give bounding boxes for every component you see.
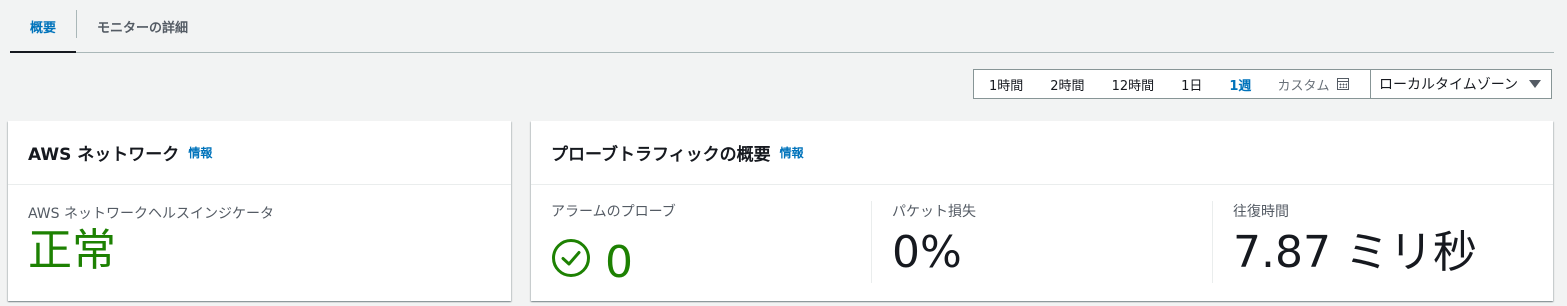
check-circle-icon	[552, 239, 590, 277]
range-option-2h[interactable]: 2時間	[1050, 75, 1084, 94]
round-trip-time-metric: 往復時間 7.87 ミリ秒	[1212, 201, 1553, 283]
range-option-custom[interactable]: カスタム	[1277, 75, 1329, 94]
calendar-icon[interactable]	[1337, 78, 1350, 90]
range-option-1h[interactable]: 1時間	[989, 75, 1023, 94]
packet-loss-label: パケット損失	[892, 204, 976, 220]
tab-bar: 概要 モニターの詳細	[10, 0, 1554, 53]
aws-network-card: AWS ネットワーク 情報 AWS ネットワークヘルスインジケータ 正常	[8, 121, 511, 301]
round-trip-time-value: 7.87 ミリ秒	[1233, 227, 1477, 278]
card-body: AWS ネットワークヘルスインジケータ 正常	[8, 185, 511, 291]
alarm-probes-label: アラームのプローブ	[551, 204, 676, 220]
card-title: プローブトラフィックの概要	[551, 145, 771, 165]
time-range-selector: 1時間 2時間 12時間 1日 1週 カスタム ローカルタイムゾーン	[973, 69, 1552, 99]
health-indicator-label: AWS ネットワークヘルスインジケータ	[28, 206, 274, 222]
probe-traffic-card: プローブトラフィックの概要 情報 アラームのプローブ 0 パケット損失 0% 往…	[531, 121, 1553, 301]
range-option-12h[interactable]: 12時間	[1112, 75, 1155, 94]
timezone-select[interactable]: ローカルタイムゾーン	[1370, 69, 1552, 99]
round-trip-time-label: 往復時間	[1233, 204, 1289, 220]
health-indicator-value: 正常	[28, 225, 116, 276]
info-link[interactable]: 情報	[780, 144, 804, 161]
card-header: プローブトラフィックの概要 情報	[531, 121, 1553, 185]
packet-loss-value: 0%	[892, 227, 962, 278]
card-title: AWS ネットワーク	[28, 145, 180, 165]
tab-monitor-details[interactable]: モニターの詳細	[77, 0, 208, 52]
range-option-1w[interactable]: 1週	[1229, 75, 1251, 94]
alarm-probes-value: 0	[605, 237, 633, 288]
card-header: AWS ネットワーク 情報	[8, 121, 511, 185]
time-range-group: 1時間 2時間 12時間 1日 1週 カスタム	[973, 69, 1371, 99]
metrics-row: アラームのプローブ 0 パケット損失 0% 往復時間 7.87 ミリ秒	[531, 185, 1553, 288]
alarm-probes-metric: アラームのプローブ 0	[531, 201, 871, 288]
range-option-1d[interactable]: 1日	[1181, 75, 1202, 94]
tab-overview[interactable]: 概要	[10, 0, 77, 53]
caret-down-icon	[1529, 80, 1541, 88]
packet-loss-metric: パケット損失 0%	[871, 201, 1212, 283]
info-link[interactable]: 情報	[188, 144, 212, 161]
timezone-value: ローカルタイムゾーン	[1379, 77, 1519, 93]
